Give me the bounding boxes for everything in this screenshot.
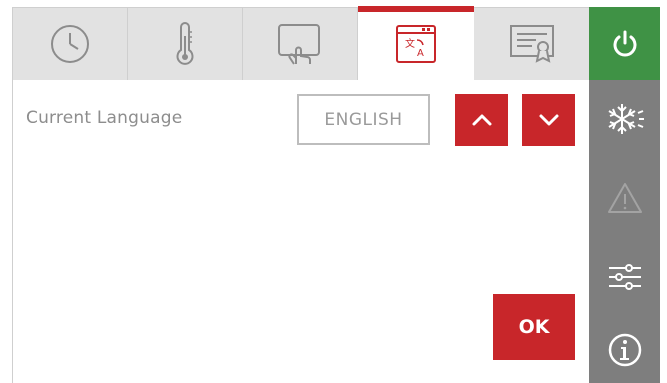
language-up-button[interactable]: [455, 94, 508, 146]
defrost-icon: [607, 104, 644, 134]
alarm-button[interactable]: [589, 158, 660, 238]
touch-screen-icon: [278, 24, 320, 65]
tab-temperature[interactable]: [128, 8, 243, 80]
warning-icon: [607, 183, 642, 213]
info-icon: [608, 333, 641, 366]
chevron-up-icon: [472, 114, 491, 126]
language-translate-icon: 文 A: [396, 25, 436, 63]
svg-text:文: 文: [405, 37, 415, 50]
language-down-button[interactable]: [522, 94, 575, 146]
chevron-down-icon: [539, 114, 558, 126]
tab-bar: 文 A: [13, 6, 589, 80]
sidebar: [589, 7, 660, 383]
certificate-icon: [509, 25, 554, 63]
thermometer-icon: [176, 22, 194, 65]
current-language-label: Current Language: [26, 108, 183, 128]
tab-touch[interactable]: [243, 8, 358, 80]
settings-button[interactable]: [589, 238, 660, 316]
tab-language[interactable]: 文 A: [358, 6, 474, 80]
settings-sliders-icon: [608, 264, 641, 290]
power-button[interactable]: [589, 7, 660, 80]
info-button[interactable]: [589, 316, 660, 383]
tab-certificate[interactable]: [474, 8, 589, 80]
current-language-value: ENGLISH: [297, 94, 430, 145]
ok-button[interactable]: OK: [493, 294, 575, 360]
screen: 文 A Current Language ENGLISH OK: [0, 0, 667, 383]
svg-text:A: A: [417, 48, 424, 59]
power-icon: [613, 30, 636, 56]
defrost-button[interactable]: [589, 80, 660, 158]
clock-icon: [51, 25, 89, 63]
tab-clock[interactable]: [13, 8, 128, 80]
